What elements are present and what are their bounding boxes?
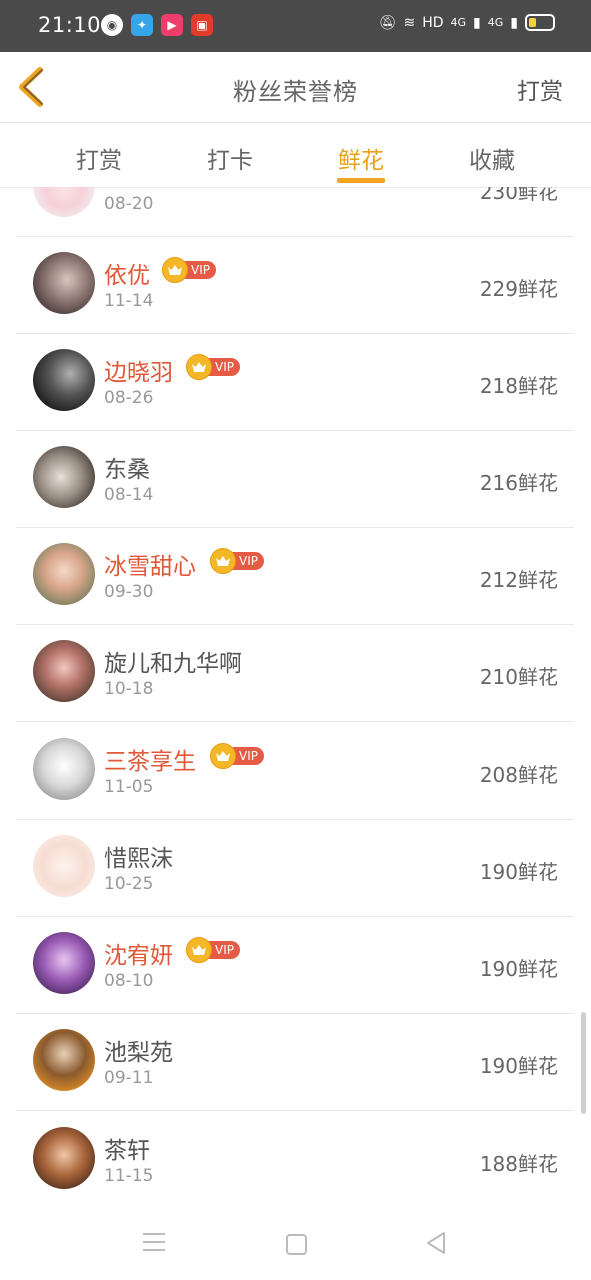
avatar — [33, 349, 95, 411]
user-date: 10-25 — [104, 874, 154, 894]
mute-bell-icon: 🔕︎ — [378, 14, 397, 31]
user-date: 08-20 — [104, 194, 154, 214]
vip-badge: VIP — [210, 548, 264, 574]
user-date: 08-26 — [104, 388, 154, 408]
list-item[interactable]: 依优 VIP 11-14 229鲜花 — [16, 236, 574, 334]
user-date: 11-05 — [104, 777, 154, 797]
user-name: 沈宥妍 — [104, 943, 173, 969]
flower-count: 208鲜花 — [479, 763, 558, 787]
avatar — [33, 187, 95, 217]
reward-button[interactable]: 打赏 — [517, 72, 563, 106]
user-date: 11-14 — [104, 291, 154, 311]
user-date: 09-30 — [104, 582, 154, 602]
avatar — [33, 1127, 95, 1189]
network-type: HD — [422, 14, 444, 31]
crown-icon — [210, 743, 236, 769]
flower-count: 229鲜花 — [479, 277, 558, 301]
user-name: 边晓羽 — [104, 360, 173, 386]
list-item[interactable]: 08-20 230鲜花 — [16, 187, 574, 237]
video-app-icon: ▶ — [161, 14, 183, 36]
avatar — [33, 252, 95, 314]
avatar — [33, 543, 95, 605]
user-name: 三茶享生 — [104, 749, 196, 775]
user-date: 11-15 — [104, 1166, 154, 1186]
scrollbar[interactable] — [581, 1012, 586, 1114]
battery-icon — [525, 14, 555, 31]
vip-badge: VIP — [162, 257, 216, 283]
page-title: 粉丝荣誉榜 — [233, 78, 358, 106]
flower-count: 188鲜花 — [479, 1152, 558, 1176]
crown-icon — [162, 257, 188, 283]
avatar — [33, 1029, 95, 1091]
user-name: 茶轩 — [104, 1138, 150, 1164]
user-name: 惜熙沫 — [104, 846, 173, 872]
signal-bars-icon: ▮ — [510, 14, 518, 31]
tab-active-indicator — [337, 178, 385, 183]
flower-count: 190鲜花 — [479, 860, 558, 884]
tab-favorites[interactable]: 收藏 — [442, 141, 542, 175]
user-name: 冰雪甜心 — [104, 554, 196, 580]
back-triangle-icon[interactable] — [426, 1231, 446, 1255]
user-name: 旋儿和九华啊 — [104, 651, 242, 677]
user-date: 10-18 — [104, 679, 154, 699]
list-item[interactable]: 池梨苑 09-11 190鲜花 — [16, 1013, 574, 1111]
status-indicators: 🔕︎ ≋ HD 4G ▮ 4G ▮ — [379, 14, 555, 31]
user-name: 池梨苑 — [104, 1040, 173, 1066]
wifi-icon: ≋ — [403, 14, 416, 31]
list-item[interactable]: 东桑 08-14 216鲜花 — [16, 430, 574, 528]
avatar — [33, 640, 95, 702]
avatar — [33, 835, 95, 897]
flower-count: 230鲜花 — [479, 187, 558, 204]
tab-checkin[interactable]: 打卡 — [180, 141, 280, 175]
signal-bars-icon: ▮ — [473, 14, 481, 31]
header: 粉丝荣誉榜 打赏 — [0, 52, 591, 123]
tab-flowers[interactable]: 鲜花 — [311, 141, 411, 175]
user-date: 09-11 — [104, 1068, 154, 1088]
flower-count: 190鲜花 — [479, 957, 558, 981]
menu-icon[interactable] — [143, 1233, 165, 1257]
avatar — [33, 932, 95, 994]
avatar — [33, 738, 95, 800]
list-item[interactable]: 冰雪甜心 VIP 09-30 212鲜花 — [16, 527, 574, 625]
vip-badge: VIP — [186, 937, 240, 963]
home-icon[interactable] — [286, 1234, 307, 1255]
vip-badge: VIP — [186, 354, 240, 380]
crown-icon — [186, 354, 212, 380]
list-item[interactable]: 惜熙沫 10-25 190鲜花 — [16, 819, 574, 917]
gift-app-icon: ▣ — [191, 14, 213, 36]
list-item[interactable]: 沈宥妍 VIP 08-10 190鲜花 — [16, 916, 574, 1014]
status-bar: 21:10 ◉ ✦ ▶ ▣ 🔕︎ ≋ HD 4G ▮ 4G ▮ — [0, 0, 591, 52]
user-name: 依优 — [104, 263, 150, 289]
list-item[interactable]: 旋儿和九华啊 10-18 210鲜花 — [16, 624, 574, 722]
list-item[interactable]: 茶轩 11-15 188鲜花 — [16, 1111, 574, 1202]
crown-icon — [210, 548, 236, 574]
signal-2: 4G — [487, 16, 504, 29]
flower-count: 216鲜花 — [479, 471, 558, 495]
flower-count: 190鲜花 — [479, 1054, 558, 1078]
avatar — [33, 446, 95, 508]
flower-count: 212鲜花 — [479, 568, 558, 592]
status-time: 21:10 — [38, 13, 102, 37]
tab-reward[interactable]: 打赏 — [49, 141, 149, 175]
ranking-list[interactable]: 08-20 230鲜花 依优 VIP 11-14 229鲜花 边晓羽 VIP 0… — [16, 187, 574, 1202]
system-nav-bar — [0, 1205, 591, 1280]
crown-icon — [186, 937, 212, 963]
vip-badge: VIP — [210, 743, 264, 769]
user-name: 东桑 — [104, 457, 150, 483]
flower-count: 218鲜花 — [479, 374, 558, 398]
user-date: 08-10 — [104, 971, 154, 991]
status-app-icons: ◉ ✦ ▶ ▣ — [101, 14, 213, 36]
flower-count: 210鲜花 — [479, 665, 558, 689]
list-item[interactable]: 三茶享生 VIP 11-05 208鲜花 — [16, 722, 574, 820]
qq-icon: ✦ — [131, 14, 153, 36]
user-date: 08-14 — [104, 485, 154, 505]
globe-icon: ◉ — [101, 14, 123, 36]
tab-bar: 打赏 打卡 鲜花 收藏 — [0, 123, 591, 188]
list-item[interactable]: 边晓羽 VIP 08-26 218鲜花 — [16, 333, 574, 431]
signal-1: 4G — [450, 16, 467, 29]
